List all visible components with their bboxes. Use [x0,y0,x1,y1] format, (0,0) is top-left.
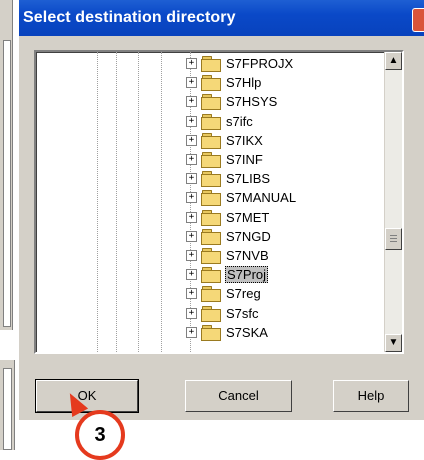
select-directory-dialog: Select destination directory + S7FPROJX + S… [18,0,424,420]
scroll-down-icon[interactable]: ▼ [385,334,402,352]
tree-item-label[interactable]: S7IKX [225,133,264,148]
expand-icon[interactable]: + [186,154,197,166]
tree-item[interactable]: + S7INF [186,150,297,169]
folder-icon [201,247,221,264]
tree-item[interactable]: + S7HSYS [186,92,297,111]
close-button[interactable] [412,8,424,32]
folder-icon [201,286,221,303]
expand-icon[interactable]: + [186,96,197,108]
folder-icon [201,132,221,149]
tree-item[interactable]: + S7NVB [186,246,297,265]
folder-icon [201,324,221,341]
tree-item[interactable]: + S7FPROJX [186,54,297,73]
tree-guide-line [97,52,98,352]
tree-item-label[interactable]: S7MET [225,210,270,225]
folder-icon [201,209,221,226]
dialog-title: Select destination directory [23,9,236,26]
cancel-button[interactable]: Cancel [185,380,292,412]
folder-icon [201,94,221,111]
tree-item-label[interactable]: S7FPROJX [225,56,294,71]
tree-guide-line [116,52,117,352]
tree-item[interactable]: + S7MANUAL [186,188,297,207]
step-badge: 3 [75,410,125,460]
expand-icon[interactable]: + [186,134,197,146]
tree-item-label[interactable]: S7MANUAL [225,190,297,205]
folder-icon [201,305,221,322]
tree-item[interactable]: + S7MET [186,208,297,227]
expand-icon[interactable]: + [186,269,197,281]
expand-icon[interactable]: + [186,230,197,242]
tree-item[interactable]: + S7IKX [186,131,297,150]
tree-item-label[interactable]: S7SKA [225,325,269,340]
tree-item[interactable]: + S7Proj [186,265,297,284]
expand-icon[interactable]: + [186,307,197,319]
folder-icon [201,190,221,207]
folder-icon [201,171,221,188]
folder-icon [201,56,221,73]
tree-item-label[interactable]: S7NVB [225,248,270,263]
tree-item[interactable]: + S7NGD [186,227,297,246]
background-window-fragment [0,360,15,450]
background-window-fragment [0,0,13,330]
help-button[interactable]: Help [333,380,409,412]
tree-item[interactable]: + s7ifc [186,112,297,131]
expand-icon[interactable]: + [186,326,197,338]
tree-guide-line [138,52,139,352]
expand-icon[interactable]: + [186,58,197,70]
scroll-thumb[interactable] [385,228,402,250]
folder-icon [201,75,221,92]
expand-icon[interactable]: + [186,115,197,127]
expand-icon[interactable]: + [186,192,197,204]
tree-item[interactable]: + S7Hlp [186,73,297,92]
tree-item-label[interactable]: S7Hlp [225,75,262,90]
tree-item-label[interactable]: S7INF [225,152,264,167]
tree-list: + S7FPROJX + S7Hlp + S7HSYS + s7ifc + S7IKX + S7INF… [186,54,297,342]
tree-item[interactable]: + S7SKA [186,323,297,342]
tree-item-label[interactable]: s7ifc [225,114,254,129]
expand-icon[interactable]: + [186,288,197,300]
directory-tree[interactable]: + S7FPROJX + S7Hlp + S7HSYS + s7ifc + S7IKX + S7INF… [34,50,404,354]
folder-icon [201,152,221,169]
dialog-titlebar: Select destination directory [19,0,424,36]
scroll-up-icon[interactable]: ▲ [385,52,402,70]
expand-icon[interactable]: + [186,77,197,89]
tree-item-label[interactable]: S7sfc [225,306,260,321]
tree-item-label[interactable]: S7reg [225,286,262,301]
folder-icon [201,267,221,284]
tree-item[interactable]: + S7LIBS [186,169,297,188]
tree-item-label[interactable]: S7Proj [225,266,269,284]
vertical-scrollbar[interactable]: ▲ ▼ [384,52,402,352]
tree-item-label[interactable]: S7LIBS [225,171,271,186]
expand-icon[interactable]: + [186,249,197,261]
tree-item[interactable]: + S7sfc [186,303,297,322]
folder-icon [201,228,221,245]
tree-item[interactable]: + S7reg [186,284,297,303]
tree-item-label[interactable]: S7NGD [225,229,272,244]
tree-guide-line [161,52,162,352]
expand-icon[interactable]: + [186,211,197,223]
tree-item-label[interactable]: S7HSYS [225,94,278,109]
expand-icon[interactable]: + [186,173,197,185]
folder-icon [201,113,221,130]
